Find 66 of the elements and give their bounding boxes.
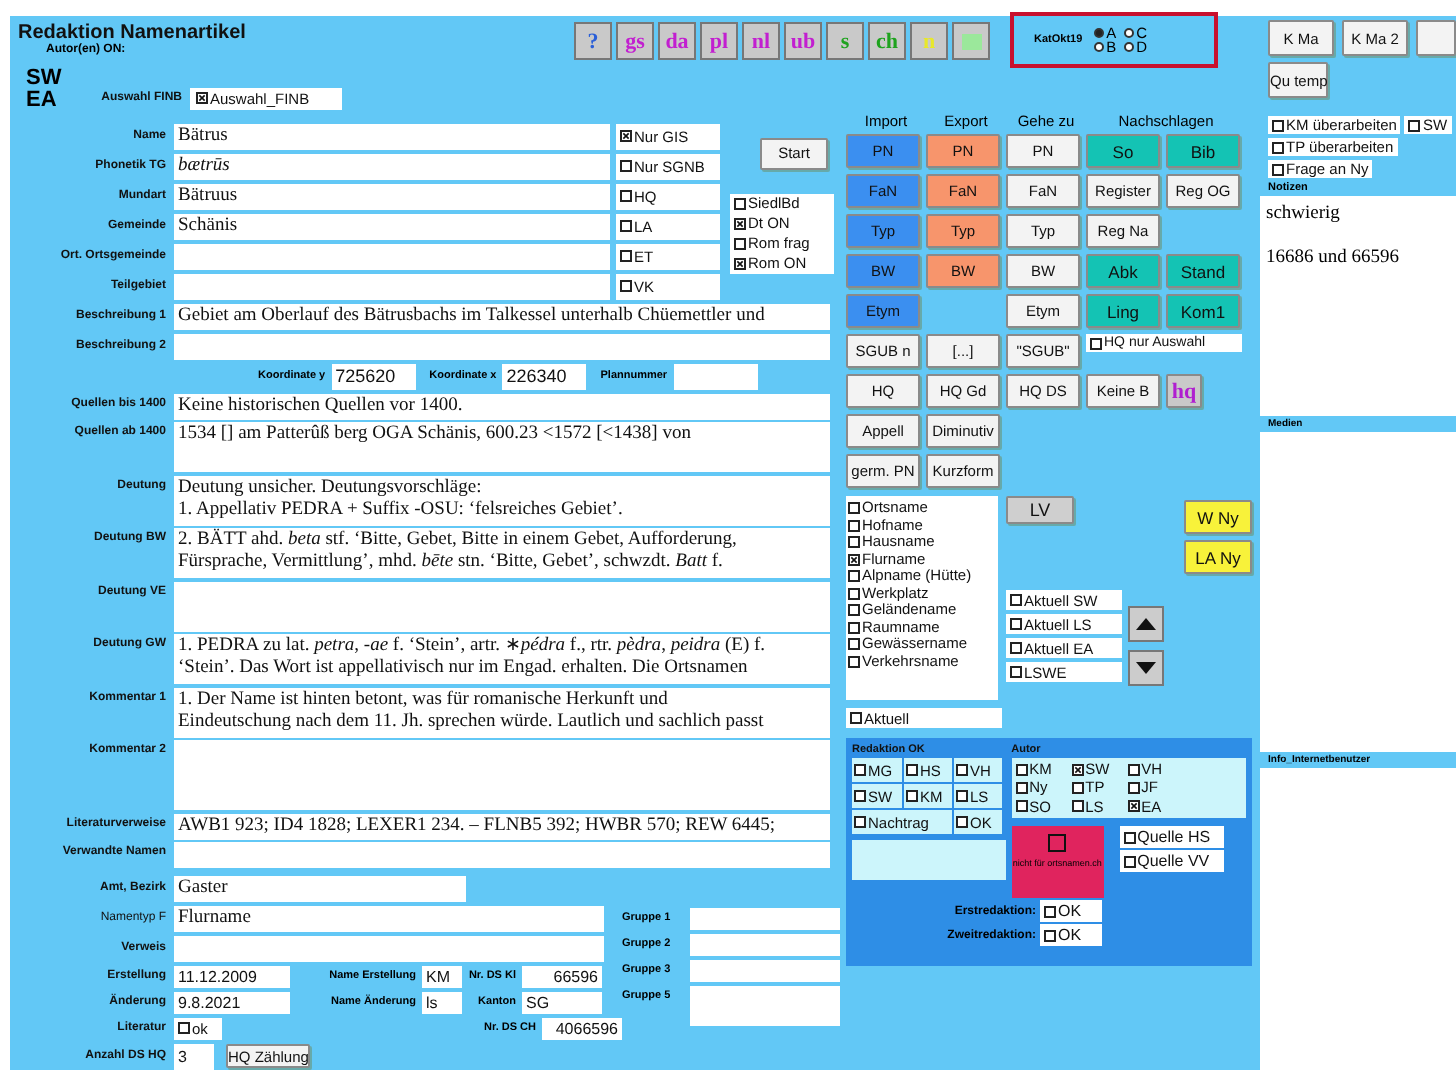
checkbox[interactable]: OK [1040,900,1102,922]
cross-icon [850,555,858,564]
checkbox[interactable]: Quelle VV [1119,850,1224,872]
cross-icon [622,132,630,141]
text-field[interactable] [174,333,830,360]
cross-icon [1129,802,1138,811]
text-field[interactable]: 226340 [502,363,587,390]
text-area[interactable]: 1534 [] am Patterûß berg OGA Schänis, 600.23 <1572 [<1438] von [174,422,830,472]
ny-button[interactable]: LA Ny [1184,540,1252,574]
lookup-button[interactable]: Bib [1166,134,1240,168]
text-field[interactable]: 3 [174,1043,214,1069]
text-area[interactable] [174,842,830,868]
text-area[interactable] [174,581,830,631]
text-field[interactable] [690,933,840,956]
text-area[interactable]: 2. BÄTT ahd. beta stf. ‘Bitte, Gebet, Bitte in einem Gebet, Aufforderung, Fürsprache, Vermittlung’, mhd. bēte stn. ‘Bitte, Gebet’, schwzdt. Batt f. [174,528,830,578]
text-field[interactable]: Bätrus [174,123,610,150]
text-area[interactable]: 1. Der Name ist hinten betont, was für romanische Herkunft und Eindeutschung nach dem 11. Jh. sprechen würde. Lautlich und sachlich passt [174,687,830,737]
text-area[interactable]: Keine historischen Quellen vor 1400. [174,393,830,419]
scroll-up-button[interactable] [1128,606,1164,642]
notes-area[interactable]: schwierig 16686 und 66596 [1260,196,1456,396]
text-field[interactable] [690,907,840,930]
text-field[interactable] [174,935,604,962]
text-field[interactable]: Gebiet am Oberlauf des Bätrusbachs im Talkessel unterhalb Chüemettler und [174,303,830,330]
checkbox[interactable]: OK [1040,924,1102,946]
text-field[interactable]: 4066596 [542,1017,622,1040]
down-triangle-icon [1136,662,1156,674]
text-field[interactable] [174,273,610,300]
tool-button[interactable] [1416,20,1456,56]
author-code: EA [26,90,59,112]
lookup-button[interactable]: Stand [1166,254,1240,288]
lookup-button[interactable]: Abk [1086,254,1160,288]
text-field[interactable] [690,985,840,1025]
text-field[interactable]: KM [422,965,462,988]
text-field[interactable]: Bätruus [174,183,610,210]
form-title: Redaktion Namenartikel [18,22,248,44]
cross-icon [198,94,206,102]
lookup-button[interactable]: So [1086,134,1160,168]
lv-button[interactable]: LV [1006,496,1074,524]
cross-icon [736,259,744,267]
text-area[interactable] [174,740,830,810]
cross-icon [1073,765,1082,774]
text-field[interactable] [673,363,758,390]
text-area[interactable]: 1. PEDRA zu lat. petra, -ae f. ‘Stein’, artr. ∗pédra f., rtr. pèdra, peidra (E) f. ‘Stein’. Das Wort ist appellativisch nur im Engad. erhalten. Die Ortsnamen [174,634,830,684]
cross-icon [736,219,744,227]
text-field[interactable]: Schänis [174,213,610,240]
text-field[interactable]: 9.8.2021 [174,991,290,1014]
text-field[interactable]: Gaster [174,875,466,902]
ny-button[interactable]: W Ny [1184,500,1252,534]
scroll-down-button[interactable] [1128,650,1164,686]
text-field[interactable] [690,959,840,982]
text-field[interactable]: 11.12.2009 [174,965,290,988]
author-code: SW [26,68,64,90]
text-area[interactable]: Deutung unsicher. Deutungsvorschläge: 1. Appellativ PEDRA + Suffix -OSU: ‘felsreiches Gebiet’. [174,475,830,525]
up-triangle-icon [1136,618,1156,630]
checkbox[interactable]: Quelle HS [1119,826,1224,848]
text-field[interactable]: Flurname [174,905,604,932]
text-field[interactable]: SG [522,991,602,1014]
text-field[interactable]: 66596 [522,965,602,988]
text-field[interactable]: ls [422,991,462,1014]
lookup-button[interactable]: Kom1 [1166,294,1240,328]
text-field[interactable]: 725620 [331,363,416,390]
lookup-button[interactable]: Ling [1086,294,1160,328]
text-area[interactable]: AWB1 923; ID4 1828; LEXER1 234. – FLNB5 392; HWBR 570; REW 6445; [174,813,830,839]
language-button[interactable] [952,22,990,60]
text-field[interactable]: bætrūs [174,153,610,180]
text-field[interactable] [174,243,610,270]
